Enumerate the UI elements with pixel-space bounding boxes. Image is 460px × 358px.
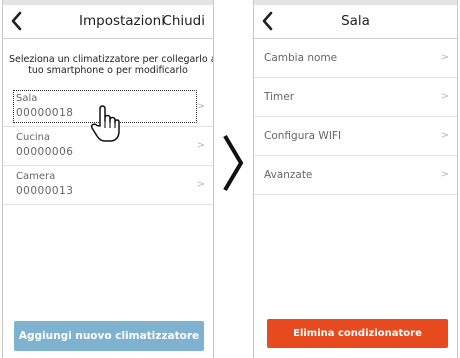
device-code: 00000018 (16, 107, 74, 119)
device-name: Camera (16, 171, 56, 182)
instruction-line: tuo smartphone o per modificarlo (28, 65, 188, 76)
instruction-line: Seleziona un climatizzatore per collegar… (9, 54, 214, 65)
device-code: 00000006 (16, 146, 74, 158)
menu-item-label: Timer (264, 91, 295, 103)
page-title: Sala (341, 13, 370, 29)
chevron-right-icon: > (196, 101, 205, 112)
device-detail-screen: Sala Cambia nome > Timer > Configura WIF… (253, 0, 458, 358)
close-button[interactable]: Chiudi (162, 5, 205, 38)
chevron-right-icon: > (440, 52, 449, 63)
delete-climatizer-button[interactable]: Elimina condizionatore (267, 319, 448, 348)
device-code: 00000013 (16, 185, 74, 197)
settings-menu: Cambia nome > Timer > Configura WIFI > A… (254, 39, 457, 195)
settings-screen: Impostazioni Chiudi Seleziona un climati… (2, 0, 214, 358)
menu-item-timer[interactable]: Timer > (254, 78, 457, 117)
nav-bar: Impostazioni Chiudi (3, 5, 213, 39)
chevron-right-icon: > (440, 169, 449, 180)
chevron-right-icon: > (196, 140, 205, 151)
add-climatizer-button[interactable]: Aggiungi nuovo climatizzatore (14, 321, 204, 351)
page-title: Impostazioni (79, 13, 165, 29)
menu-item-label: Configura WIFI (264, 130, 342, 142)
back-chevron-icon[interactable] (9, 10, 25, 32)
chevron-right-icon: > (440, 130, 449, 141)
menu-item-label: Avanzate (264, 169, 313, 181)
menu-item-label: Cambia nome (264, 52, 338, 64)
instruction-text: Seleziona un climatizzatore per collegar… (9, 54, 214, 76)
menu-item-wifi[interactable]: Configura WIFI > (254, 117, 457, 156)
device-item-camera[interactable]: Camera 00000013 > (3, 166, 213, 205)
menu-item-advanced[interactable]: Avanzate > (254, 156, 457, 195)
hand-pointer-icon (90, 105, 120, 142)
device-name: Cucina (16, 132, 51, 143)
menu-item-rename[interactable]: Cambia nome > (254, 39, 457, 78)
nav-bar: Sala (254, 5, 457, 39)
chevron-right-large-icon (223, 134, 244, 192)
chevron-right-icon: > (440, 91, 449, 102)
device-name: Sala (16, 93, 38, 104)
chevron-right-icon: > (196, 179, 205, 190)
